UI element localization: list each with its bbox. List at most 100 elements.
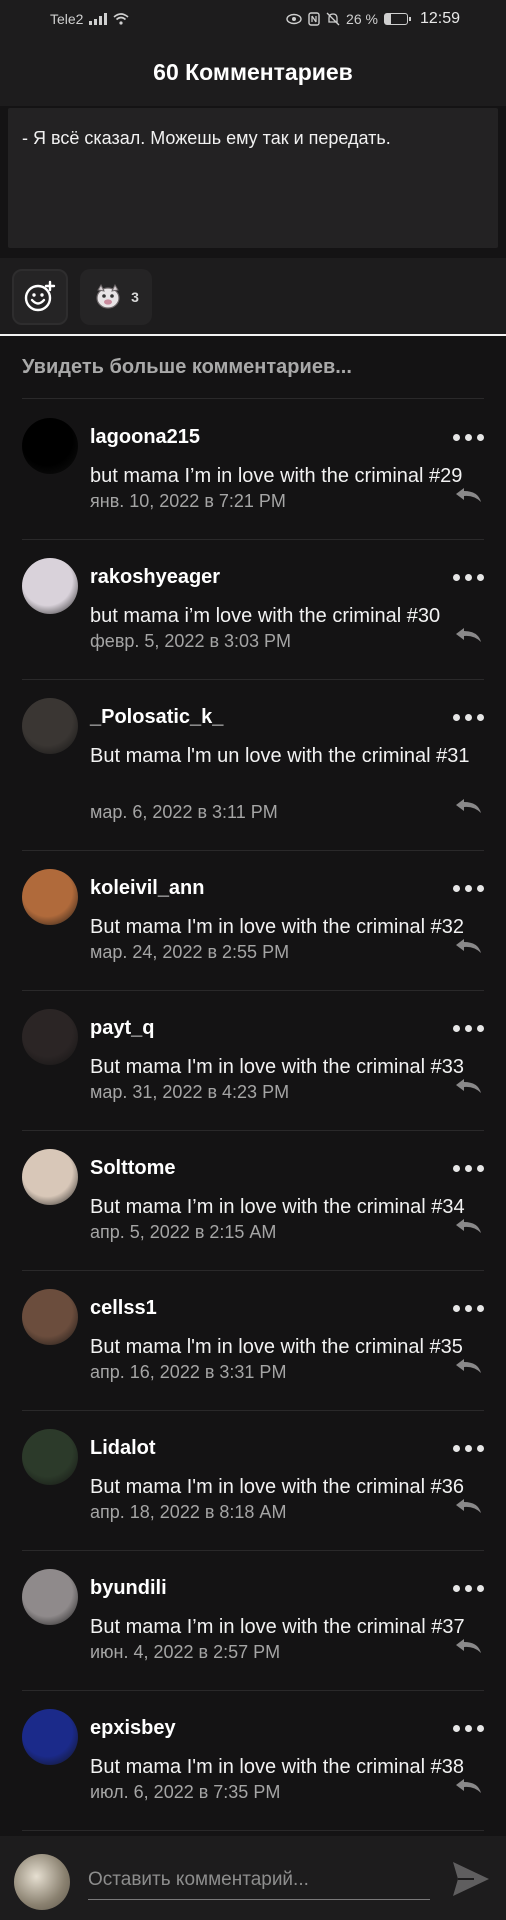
- reply-icon[interactable]: [454, 798, 482, 814]
- add-reaction-button[interactable]: [12, 269, 68, 325]
- comment-item[interactable]: payt_q But mama I'm in love with the crim…: [0, 991, 506, 1131]
- comment-text: But mama I'm in love with the criminal #…: [90, 1756, 464, 1778]
- comment-text: but mama i’m love with the criminal #30: [90, 605, 441, 627]
- comment-username[interactable]: Lidalot: [90, 1437, 156, 1460]
- reply-icon[interactable]: [454, 1078, 482, 1094]
- quoted-text-box: - Я всё сказал. Можешь ему так и передат…: [8, 108, 498, 248]
- more-options-icon[interactable]: [453, 434, 484, 441]
- more-options-icon[interactable]: [453, 574, 484, 581]
- sticker-reaction-button[interactable]: 3: [80, 269, 152, 325]
- battery-icon: [383, 13, 411, 25]
- more-options-icon[interactable]: [453, 1025, 484, 1032]
- nfc-icon: [308, 12, 320, 26]
- comment-item[interactable]: Lidalot But mama I'm in love with the cri…: [0, 1411, 506, 1551]
- comment-username[interactable]: epxisbey: [90, 1717, 176, 1740]
- clock: 12:59: [419, 10, 460, 27]
- comment-text: But mama I’m in love with the criminal #…: [90, 1196, 465, 1218]
- more-options-icon[interactable]: [453, 1305, 484, 1312]
- comment-date: апр. 18, 2022 в 8:18 AM: [90, 1502, 287, 1522]
- reply-icon[interactable]: [454, 1218, 482, 1234]
- reply-icon[interactable]: [454, 1638, 482, 1654]
- avatar[interactable]: [22, 1009, 78, 1065]
- comment-item[interactable]: byundili But mama I’m in love with the cr…: [0, 1551, 506, 1691]
- more-options-icon[interactable]: [453, 1585, 484, 1592]
- quoted-text: - Я всё сказал. Можешь ему так и передат…: [22, 128, 391, 148]
- avatar[interactable]: [22, 418, 78, 474]
- wifi-icon: [113, 13, 129, 25]
- comment-item[interactable]: epxisbey But mama I'm in love with the cr…: [0, 1691, 506, 1831]
- comment-username[interactable]: byundili: [90, 1577, 167, 1600]
- comment-date: февр. 5, 2022 в 3:03 PM: [90, 631, 292, 651]
- comment-item[interactable]: _Polosatic_k_ But mama l'm un love with t…: [0, 680, 506, 851]
- carrier-label: Tele2: [50, 11, 84, 27]
- avatar[interactable]: [22, 1709, 78, 1765]
- bulldog-sticker-icon: [96, 283, 120, 309]
- reply-icon[interactable]: [454, 1358, 482, 1374]
- comment-item[interactable]: cellss1 But mama l'm in love with the cri…: [0, 1271, 506, 1411]
- comment-username[interactable]: payt_q: [90, 1017, 154, 1040]
- comment-text: But mama l'm in love with the criminal #…: [90, 1336, 463, 1358]
- more-options-icon[interactable]: [453, 1725, 484, 1732]
- reply-icon[interactable]: [454, 938, 482, 954]
- divider: [22, 1830, 484, 1831]
- reaction-bar: 3: [0, 258, 506, 336]
- more-options-icon[interactable]: [453, 714, 484, 721]
- avatar[interactable]: [22, 1569, 78, 1625]
- more-options-icon[interactable]: [453, 1165, 484, 1172]
- comment-date: янв. 10, 2022 в 7:21 PM: [90, 491, 286, 511]
- comment-date: июн. 4, 2022 в 2:57 PM: [90, 1642, 281, 1662]
- comment-date: апр. 16, 2022 в 3:31 PM: [90, 1362, 287, 1382]
- avatar[interactable]: [22, 558, 78, 614]
- comment-date: мар. 31, 2022 в 4:23 PM: [90, 1082, 290, 1102]
- battery-percent: 26 %: [346, 11, 378, 27]
- page-title: 60 Комментариев: [0, 38, 506, 106]
- reply-icon[interactable]: [454, 627, 482, 643]
- comment-item[interactable]: lagoona215 but mama I’m in love with the …: [0, 400, 506, 540]
- status-right: 26 % 12:59: [286, 10, 460, 28]
- smiley-plus-icon: [24, 280, 56, 312]
- eye-icon: [286, 13, 302, 25]
- status-left: Tele2: [50, 11, 129, 27]
- divider: [22, 398, 484, 399]
- comment-text: But mama I'm in love with the criminal #…: [90, 1056, 464, 1078]
- comment-username[interactable]: Solttome: [90, 1157, 176, 1180]
- comment-composer: [0, 1836, 506, 1920]
- reply-icon[interactable]: [454, 487, 482, 503]
- status-bar: Tele2 26 % 12:59: [0, 0, 506, 38]
- more-options-icon[interactable]: [453, 1445, 484, 1452]
- comment-date: июл. 6, 2022 в 7:35 PM: [90, 1782, 281, 1802]
- comment-username[interactable]: koleivil_ann: [90, 877, 205, 900]
- comment-username[interactable]: rakoshyeager: [90, 566, 220, 589]
- comment-list: lagoona215 but mama I’m in love with the …: [0, 400, 506, 1831]
- comment-item[interactable]: Solttome But mama I’m in love with the cr…: [0, 1131, 506, 1271]
- mute-bell-icon: [326, 12, 340, 26]
- avatar[interactable]: [22, 1289, 78, 1345]
- comment-text: but mama I’m in love with the criminal #…: [90, 465, 463, 487]
- signal-icon: [89, 13, 108, 25]
- comment-date: мар. 6, 2022 в 3:11 PM: [90, 802, 278, 822]
- comment-item[interactable]: rakoshyeager but mama i’m love with the c…: [0, 540, 506, 680]
- comment-text: But mama I'm in love with the criminal #…: [90, 1476, 464, 1498]
- see-more-comments-link[interactable]: Увидеть больше комментариев...: [22, 356, 352, 379]
- comment-username[interactable]: lagoona215: [90, 426, 200, 449]
- send-icon[interactable]: [450, 1858, 492, 1900]
- comment-input[interactable]: [88, 1860, 430, 1900]
- comment-item[interactable]: koleivil_ann But mama I'm in love with th…: [0, 851, 506, 991]
- comment-username[interactable]: cellss1: [90, 1297, 157, 1320]
- comment-text: But mama I'm in love with the criminal #…: [90, 916, 464, 938]
- comment-username[interactable]: _Polosatic_k_: [90, 706, 223, 729]
- my-avatar: [14, 1854, 70, 1910]
- reply-icon[interactable]: [454, 1498, 482, 1514]
- avatar[interactable]: [22, 698, 78, 754]
- comment-text: But mama I’m in love with the criminal #…: [90, 1616, 465, 1638]
- comment-date: мар. 24, 2022 в 2:55 PM: [90, 942, 290, 962]
- comment-text: But mama l'm un love with the criminal #…: [90, 745, 470, 767]
- avatar[interactable]: [22, 1429, 78, 1485]
- more-options-icon[interactable]: [453, 885, 484, 892]
- section-divider: [0, 334, 506, 336]
- avatar[interactable]: [22, 1149, 78, 1205]
- avatar[interactable]: [22, 869, 78, 925]
- sticker-count: 3: [131, 289, 139, 305]
- comment-date: апр. 5, 2022 в 2:15 AM: [90, 1222, 277, 1242]
- reply-icon[interactable]: [454, 1778, 482, 1794]
